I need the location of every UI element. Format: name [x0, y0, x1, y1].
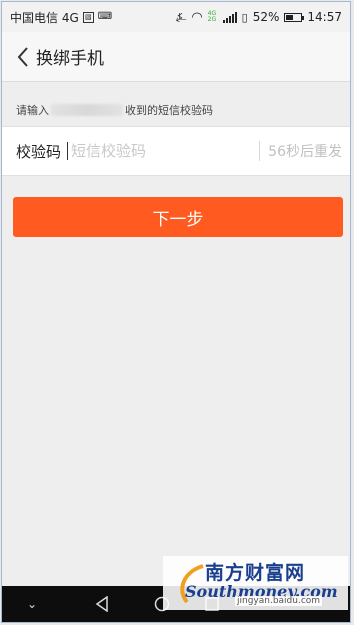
vibrate-icon: ⍼	[175, 9, 187, 24]
southmoney-watermark: 南方财富网 Southmoney.com jingyan.baidu.com	[163, 556, 348, 610]
back-button[interactable]	[10, 32, 36, 82]
battery-icon	[284, 12, 305, 22]
watermark-source-text: jingyan.baidu.com	[235, 596, 323, 606]
chevron-left-icon	[17, 46, 28, 67]
signal-strength-icon	[222, 11, 237, 23]
app-header: 换绑手机	[2, 32, 350, 82]
keyboard-notification-icon: ⌨	[97, 10, 113, 22]
redacted-phone-number	[51, 104, 123, 116]
nav-back-button[interactable]	[62, 596, 142, 612]
hint-suffix: 收到的短信校验码	[125, 104, 213, 117]
image-notification-icon: ▧	[82, 11, 94, 23]
sms-hint: 请输入 收到的短信校验码	[16, 102, 213, 118]
status-bar: 中国电信 4G ▧ ⌨ ⍼ ◠ 4G 2G ▯ 52% 14:57	[2, 2, 350, 32]
battery-level	[286, 14, 294, 20]
page-title: 换绑手机	[36, 49, 104, 69]
watermark-cn-text: 南方财富网	[205, 562, 306, 584]
triangle-back-icon	[95, 596, 108, 612]
resend-code-button[interactable]: 56秒后重发	[259, 141, 350, 161]
wifi-icon: ◠	[191, 9, 203, 25]
hint-prefix: 请输入	[16, 104, 49, 117]
verification-code-row: 校验码 56秒后重发	[2, 126, 350, 176]
status-bar-right: ⍼ ◠ 4G 2G ▯ 52% 14:57	[176, 10, 350, 25]
status-bar-left: 中国电信 4G ▧ ⌨	[2, 9, 113, 26]
phone-screen: 中国电信 4G ▧ ⌨ ⍼ ◠ 4G 2G ▯ 52% 14:57 换绑手机 请…	[1, 1, 351, 623]
chevron-down-icon: ⌄	[26, 597, 38, 611]
hide-keyboard-button[interactable]: ⌄	[2, 597, 62, 611]
verification-code-input[interactable]	[67, 142, 222, 160]
carrier-label: 中国电信 4G	[10, 10, 79, 25]
sim-icon: ▯	[241, 10, 248, 24]
clock: 14:57	[307, 10, 342, 24]
next-step-button[interactable]: 下一步	[13, 197, 343, 237]
verification-code-label: 校验码	[16, 142, 62, 161]
network-type-badge: 4G 2G	[207, 10, 217, 23]
battery-percent: 52%	[252, 10, 280, 24]
